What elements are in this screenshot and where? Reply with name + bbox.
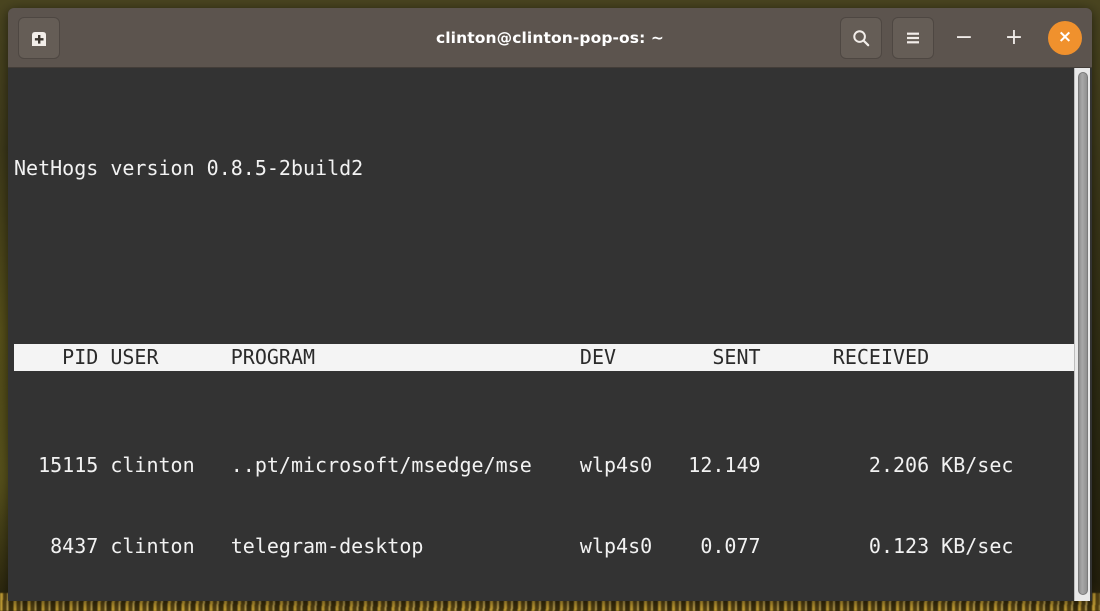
table-row[interactable]: 8437 clinton telegram-desktop wlp4s0 0.0… <box>14 533 1092 560</box>
search-button[interactable] <box>840 16 882 59</box>
titlebar-controls: − + × <box>840 16 1082 59</box>
close-icon: × <box>1057 27 1073 47</box>
terminal-output: NetHogs version 0.8.5-2build2 PID USER P… <box>8 74 1092 601</box>
terminal-scrollbar[interactable] <box>1074 68 1090 601</box>
maximize-button[interactable]: + <box>994 18 1034 58</box>
menu-button[interactable] <box>892 16 934 59</box>
minimize-button[interactable]: − <box>944 18 984 58</box>
scrollbar-thumb[interactable] <box>1078 72 1088 595</box>
new-tab-button[interactable] <box>18 16 60 59</box>
titlebar[interactable]: clinton@clinton-pop-os: ~ − + × <box>8 8 1092 68</box>
new-tab-icon <box>28 27 50 49</box>
terminal-window: clinton@clinton-pop-os: ~ − + × NetHogs … <box>8 8 1092 601</box>
close-button[interactable]: × <box>1048 20 1082 55</box>
terminal-body[interactable]: NetHogs version 0.8.5-2build2 PID USER P… <box>8 68 1092 601</box>
table-row[interactable]: 15115 clinton ..pt/microsoft/msedge/mse … <box>14 452 1092 479</box>
search-icon <box>851 28 871 48</box>
nethogs-banner: NetHogs version 0.8.5-2build2 <box>14 156 364 180</box>
hamburger-menu-icon <box>903 28 923 48</box>
table-header-row: PID USER PROGRAM DEV SENT RECEIVED <box>14 344 1076 371</box>
